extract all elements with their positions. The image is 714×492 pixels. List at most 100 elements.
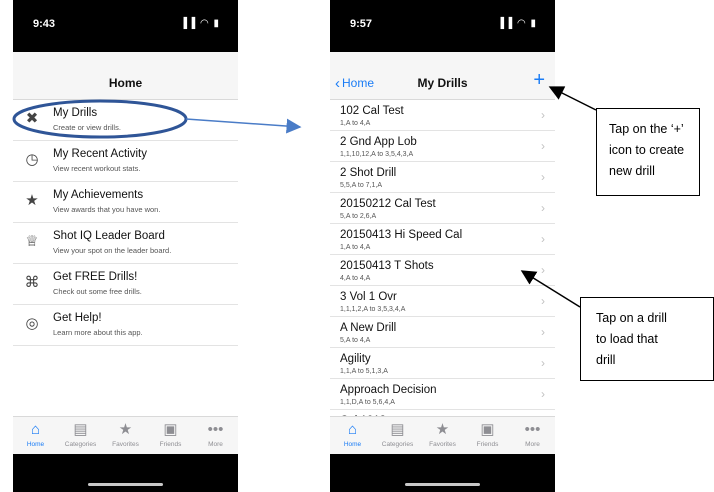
drill-list[interactable]: 102 Cal Test 1,A to 4,A › 2 Gnd App Lob 1,1,… [330,100,555,416]
tab-label: Categories [381,441,414,448]
chevron-right-icon: › [541,356,545,370]
drill-title: A New Drill [340,322,397,334]
status-time: 9:43 [33,18,56,30]
chevron-right-icon: › [541,325,545,339]
tab-more[interactable]: ••• More [510,417,555,454]
tab-categories[interactable]: ▤ Categories [58,417,103,454]
star-icon: ★ [118,421,133,438]
friends-icon: ▣ [163,421,178,438]
drill-title: 102 Cal Test [340,105,404,117]
home-icon: ⌂ [347,421,358,438]
nav-bar: ‹ Home My Drills + [330,52,555,100]
tab-label: Home [343,441,362,448]
tab-label: Friends [476,441,499,448]
callout-line: icon to create [609,143,685,157]
tab-friends[interactable]: ▣ Friends [465,417,510,454]
drill-subtitle: 1,1,D,A to 5,6,4,A [340,399,395,406]
menu-item-subtitle: View your spot on the leader board. [53,246,172,255]
drill-row[interactable]: 2 Shot Drill 5,5,A to 7,1,A › [330,162,555,193]
whistle-icon: ✖ [25,110,39,127]
tab-more[interactable]: ••• More [193,417,238,454]
drill-title: 20150413 Hi Speed Cal [340,229,463,241]
more-icon: ••• [524,421,541,438]
status-bar: 9:57 ▐▐ ◠ ▮ [330,0,555,52]
chevron-right-icon: › [541,294,545,308]
tab-categories[interactable]: ▤ Categories [375,417,420,454]
drill-title: 2 Gnd App Lob [340,136,417,148]
drill-row[interactable]: Approach Decision 1,1,D,A to 5,6,4,A › [330,379,555,410]
menu-item[interactable]: ◎ Get Help! Learn more about this app. [13,305,238,346]
menu-item[interactable]: ✖ My Drills Create or view drills. [13,100,238,141]
menu-item[interactable]: ★ My Achievements View awards that you hav… [13,182,238,223]
phone-my-drills-screen: 9:57 ▐▐ ◠ ▮ ‹ Home My Drills + 102 Cal Te… [330,0,555,492]
callout-add-drill: Tap on the ‘+’ icon to create new drill [596,108,700,196]
gift-icon: ⌘ [24,274,40,291]
menu-item-subtitle: Create or view drills. [53,123,121,132]
drill-subtitle: 1,1,1,2,A to 3,5,3,4,A [340,306,406,313]
drill-row[interactable]: A New Drill 5,A to 4,A › [330,317,555,348]
chevron-right-icon: › [541,201,545,215]
tab-home[interactable]: ⌂ Home [330,417,375,454]
home-menu: ✖ My Drills Create or view drills. ◷ My Rece… [13,100,238,346]
drill-title: Agility [340,353,371,365]
drill-row[interactable]: 20150212 Cal Test 5,A to 2,6,A › [330,193,555,224]
chevron-right-icon: › [541,108,545,122]
menu-item[interactable]: ◷ My Recent Activity View recent workout s… [13,141,238,182]
status-icons: ▐▐ ◠ ▮ [180,18,220,29]
tab-bar: ⌂ Home ▤ Categories ★ Favorites ▣ Friends ••• Mor… [330,416,555,454]
callout-line: drill [596,353,616,367]
menu-item[interactable]: ♕ Shot IQ Leader Board View your spot on t… [13,223,238,264]
pointer-arrow-add [548,86,597,111]
add-drill-button[interactable]: + [533,70,545,90]
drill-title: 3 Vol 1 Ovr [340,291,397,303]
drill-row[interactable]: 20150413 T Shots 4,A to 4,A › [330,255,555,286]
callout-load-drill: Tap on a drill to load that drill [580,297,714,381]
tab-home[interactable]: ⌂ Home [13,417,58,454]
drill-subtitle: 1,1,10,12,A to 3,5,4,3,A [340,151,414,158]
menu-item-title: Get Help! [53,312,102,324]
drill-row[interactable]: 102 Cal Test 1,A to 4,A › [330,100,555,131]
drill-row[interactable]: 3 Vol 1 Ovr 1,1,1,2,A to 3,5,3,4,A › [330,286,555,317]
status-bar: 9:43 ▐▐ ◠ ▮ [13,0,238,52]
drill-title: Approach Decision [340,384,437,396]
nav-bar: Home [13,52,238,100]
menu-item-subtitle: Learn more about this app. [53,328,143,337]
my-drills-screen: ‹ Home My Drills + 102 Cal Test 1,A to 4,A… [330,52,555,454]
drill-subtitle: 5,A to 2,6,A [340,213,377,220]
drill-row[interactable]: 20150413 Hi Speed Cal 1,A to 4,A › [330,224,555,255]
drill-row[interactable]: 2 Gnd App Lob 1,1,10,12,A to 3,5,4,3,A › [330,131,555,162]
callout-line: new drill [609,164,655,178]
home-indicator [88,483,163,486]
menu-item-title: My Achievements [53,189,144,201]
drill-row[interactable]: Agility 1,1,A to 5,1,3,A › [330,348,555,379]
status-icons: ▐▐ ◠ ▮ [497,18,537,29]
chevron-right-icon: › [541,263,545,277]
drill-subtitle: 5,A to 4,A [340,337,371,344]
chevron-right-icon: › [541,170,545,184]
menu-item-subtitle: Check out some free drills. [53,287,142,296]
home-screen: Home ✖ My Drills Create or view drills. ◷ My… [13,52,238,454]
menu-item-subtitle: View awards that you have won. [53,205,161,214]
home-indicator [405,483,480,486]
drill-title: 20150212 Cal Test [340,198,436,210]
callout-line: to load that [596,332,658,346]
menu-item-subtitle: View recent workout stats. [53,164,141,173]
drill-subtitle: 1,A to 4,A [340,244,371,251]
page-title: My Drills [417,76,468,90]
menu-item-title: Shot IQ Leader Board [53,230,165,242]
tab-label: Favorites [112,441,139,448]
tab-friends[interactable]: ▣ Friends [148,417,193,454]
clock-icon: ◷ [25,151,39,168]
medal-icon: ★ [25,192,39,209]
tab-label: Friends [159,441,182,448]
tab-favorites[interactable]: ★ Favorites [420,417,465,454]
trophy-icon: ♕ [25,233,39,250]
menu-item-title: My Recent Activity [53,148,147,160]
menu-item-title: Get FREE Drills! [53,271,138,283]
star-icon: ★ [435,421,450,438]
drill-subtitle: 1,1,A to 5,1,3,A [340,368,388,375]
tab-label: More [525,441,540,448]
tab-label: Home [26,441,45,448]
tab-favorites[interactable]: ★ Favorites [103,417,148,454]
menu-item[interactable]: ⌘ Get FREE Drills! Check out some free dri… [13,264,238,305]
